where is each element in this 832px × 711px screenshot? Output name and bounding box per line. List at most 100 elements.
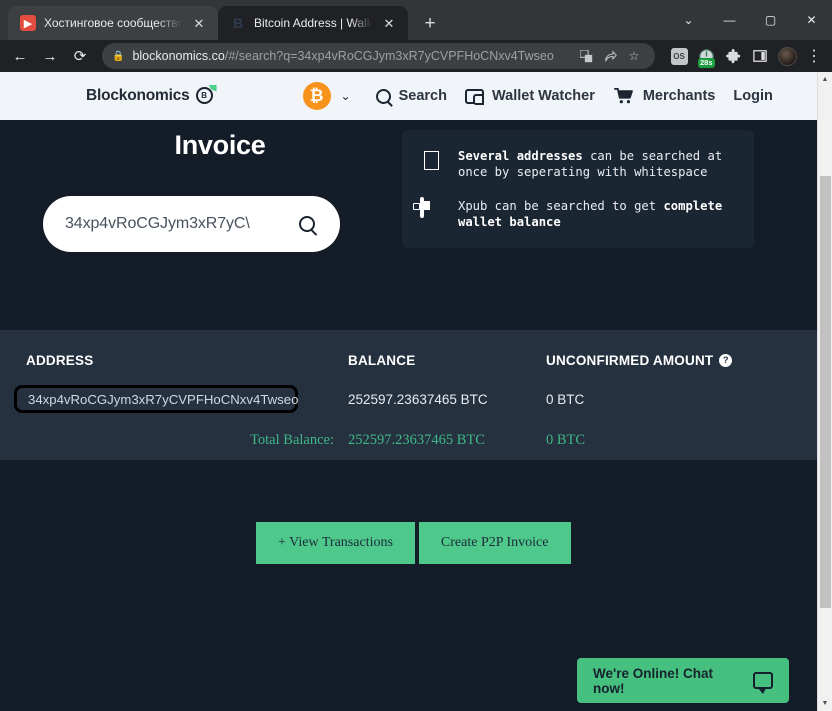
total-balance-row: Total Balance: 252597.23637465 BTC 0 BTC bbox=[0, 420, 817, 460]
results-table-header: ADDRESS BALANCE UNCONFIRMED AMOUNT ? bbox=[0, 330, 817, 378]
scrollbar-down-arrow-icon[interactable]: ▼ bbox=[818, 696, 832, 711]
tip-1-lead: Several addresses bbox=[458, 149, 583, 163]
total-unconfirmed-value: 0 BTC bbox=[546, 431, 586, 448]
chat-bubble-icon bbox=[753, 672, 773, 694]
chevron-down-icon[interactable]: ⌄ bbox=[668, 2, 709, 38]
page-scrollbar[interactable]: ▲ ▼ bbox=[817, 72, 832, 711]
omnibox-actions: ☆ bbox=[575, 45, 645, 67]
tip-multiple-addresses-text: Several addresses can be searched at onc… bbox=[458, 148, 738, 180]
xpub-wallet-icon bbox=[420, 197, 444, 225]
nav-item-login-label: Login bbox=[733, 88, 773, 104]
browser-tab-1-close-icon[interactable]: ✕ bbox=[190, 14, 208, 32]
action-buttons: + View Transactions Create P2P Invoice bbox=[256, 522, 571, 564]
column-header-unconfirmed: UNCONFIRMED AMOUNT ? bbox=[546, 353, 786, 368]
browser-tab-1[interactable]: ▶ Хостинговое сообщество «Time ✕ bbox=[8, 6, 218, 40]
page-viewport: Blockonomics B ₿ ⌄ Search Wallet Watcher… bbox=[0, 72, 832, 711]
nav-item-merchants-label: Merchants bbox=[642, 88, 716, 104]
timer-badge: 28s bbox=[698, 58, 715, 68]
search-box[interactable]: 34xp4vRoCGJym3xR7yC\ bbox=[43, 196, 340, 252]
timer-extension-icon[interactable]: 28s bbox=[694, 44, 718, 68]
results-table: ADDRESS BALANCE UNCONFIRMED AMOUNT ? 34x… bbox=[0, 330, 817, 460]
back-icon[interactable]: ← bbox=[6, 42, 34, 70]
documents-stack-icon bbox=[420, 149, 446, 177]
view-transactions-button[interactable]: + View Transactions bbox=[256, 522, 415, 564]
reload-icon[interactable]: ⟳ bbox=[66, 42, 94, 70]
browser-tab-2[interactable]: B Bitcoin Address | Wallet Lookup - ✕ bbox=[218, 6, 408, 40]
wallet-icon bbox=[464, 88, 484, 105]
nav-item-search-label: Search bbox=[398, 88, 447, 104]
address-bar[interactable]: 🔒 blockonomics.co/#/search?q=34xp4vRoCGJ… bbox=[102, 43, 655, 69]
column-header-balance: BALANCE bbox=[348, 352, 416, 368]
total-balance-value: 252597.23637465 BTC bbox=[348, 431, 485, 448]
scrollbar-thumb[interactable] bbox=[820, 176, 831, 608]
address-bar-url: blockonomics.co/#/search?q=34xp4vRoCGJym… bbox=[132, 49, 553, 63]
tips-panel: Several addresses can be searched at onc… bbox=[402, 130, 754, 248]
maximize-icon[interactable]: ▢ bbox=[750, 2, 791, 38]
brand-circle-letter: B bbox=[195, 86, 213, 104]
total-balance-label: Total Balance: bbox=[250, 431, 334, 448]
nav-item-merchants[interactable]: Merchants bbox=[604, 88, 725, 104]
translate-icon[interactable] bbox=[575, 45, 597, 67]
blockonomics-page: Blockonomics B ₿ ⌄ Search Wallet Watcher… bbox=[0, 72, 817, 711]
browser-window: ▶ Хостинговое сообщество «Time ✕ B Bitco… bbox=[0, 0, 832, 711]
browser-toolbar: ← → ⟳ 🔒 blockonomics.co/#/search?q=34xp4… bbox=[0, 40, 832, 72]
blockonomics-mark-icon: B bbox=[195, 84, 217, 106]
unconfirmed-cell: 0 BTC bbox=[546, 391, 585, 407]
hero-section: Invoice 34xp4vRoCGJym3xR7yC\ Several add… bbox=[0, 120, 817, 330]
actions-section: + View Transactions Create P2P Invoice bbox=[0, 460, 817, 608]
bookmark-star-icon[interactable]: ☆ bbox=[623, 45, 645, 67]
address-cell: 34xp4vRoCGJym3xR7yCVPFHoCNxv4Twseo bbox=[0, 385, 348, 413]
table-row: 34xp4vRoCGJym3xR7yCVPFHoCNxv4Twseo 25259… bbox=[0, 378, 817, 420]
search-icon bbox=[299, 216, 315, 232]
window-controls: ⌄ — ▢ ✕ bbox=[668, 0, 832, 40]
page-title: Invoice bbox=[174, 130, 266, 160]
avatar[interactable] bbox=[775, 44, 799, 68]
nav-item-wallet-watcher-label: Wallet Watcher bbox=[491, 88, 595, 104]
close-window-icon[interactable]: ✕ bbox=[791, 2, 832, 38]
extensions-area: OS 28s ⋮ bbox=[663, 44, 826, 68]
nav-item-search[interactable]: Search bbox=[367, 88, 456, 104]
column-header-address: ADDRESS bbox=[26, 352, 94, 368]
browser-tab-2-title: Bitcoin Address | Wallet Lookup - bbox=[254, 16, 372, 30]
puzzle-icon[interactable] bbox=[721, 44, 745, 68]
search-submit-button[interactable] bbox=[294, 216, 320, 232]
site-navbar: Blockonomics B ₿ ⌄ Search Wallet Watcher… bbox=[0, 72, 817, 120]
browser-tab-2-close-icon[interactable]: ✕ bbox=[380, 14, 398, 32]
blockonomics-b-icon: B bbox=[232, 15, 244, 31]
search-icon bbox=[375, 88, 391, 104]
browser-menu-icon[interactable]: ⋮ bbox=[802, 44, 826, 68]
sidepanel-icon[interactable] bbox=[748, 44, 772, 68]
tab-strip: ▶ Хостинговое сообщество «Time ✕ B Bitco… bbox=[0, 0, 832, 40]
address-link[interactable]: 34xp4vRoCGJym3xR7yCVPFHoCNxv4Twseo bbox=[14, 385, 298, 413]
brand-name: Blockonomics bbox=[86, 87, 190, 104]
chat-widget-label: We're Online! Chat now! bbox=[593, 665, 713, 696]
nav-item-login[interactable]: Login bbox=[724, 88, 781, 104]
lock-icon: 🔒 bbox=[112, 50, 125, 62]
column-header-unconfirmed-label: UNCONFIRMED AMOUNT bbox=[546, 352, 714, 368]
create-p2p-invoice-button[interactable]: Create P2P Invoice bbox=[418, 522, 571, 564]
brand-logo[interactable]: Blockonomics B bbox=[86, 84, 217, 106]
cart-icon bbox=[613, 88, 635, 104]
tip-xpub-text: Xpub can be searched to get complete wal… bbox=[458, 198, 738, 230]
site-nav-links: Search Wallet Watcher Merchants Login bbox=[367, 88, 782, 105]
tip-2-pre: Xpub can be searched to get bbox=[458, 199, 664, 213]
tip-xpub: Xpub can be searched to get complete wal… bbox=[420, 197, 738, 230]
currency-chevron-down-icon[interactable]: ⌄ bbox=[341, 89, 351, 103]
browser-tab-1-title: Хостинговое сообщество «Time bbox=[44, 16, 182, 30]
bitcoin-coin-icon[interactable]: ₿ bbox=[302, 82, 331, 110]
url-host: blockonomics.co bbox=[132, 49, 225, 63]
rss-play-icon: ▶ bbox=[20, 15, 36, 31]
tip-multiple-addresses: Several addresses can be searched at onc… bbox=[420, 148, 738, 180]
os-extension-icon[interactable]: OS bbox=[667, 44, 691, 68]
search-input[interactable]: 34xp4vRoCGJym3xR7yC\ bbox=[65, 215, 294, 233]
scrollbar-up-arrow-icon[interactable]: ▲ bbox=[818, 72, 832, 87]
balance-cell: 252597.23637465 BTC bbox=[348, 391, 488, 407]
new-tab-button[interactable]: + bbox=[416, 9, 444, 37]
nav-item-wallet-watcher[interactable]: Wallet Watcher bbox=[456, 88, 604, 105]
minimize-icon[interactable]: — bbox=[709, 2, 750, 38]
share-icon[interactable] bbox=[599, 45, 621, 67]
help-icon[interactable]: ? bbox=[719, 353, 733, 367]
url-path: /#/search?q=34xp4vRoCGJym3xR7yCVPFHoCNxv… bbox=[224, 49, 554, 63]
chat-widget[interactable]: We're Online! Chat now! bbox=[577, 658, 789, 703]
forward-icon[interactable]: → bbox=[36, 42, 64, 70]
